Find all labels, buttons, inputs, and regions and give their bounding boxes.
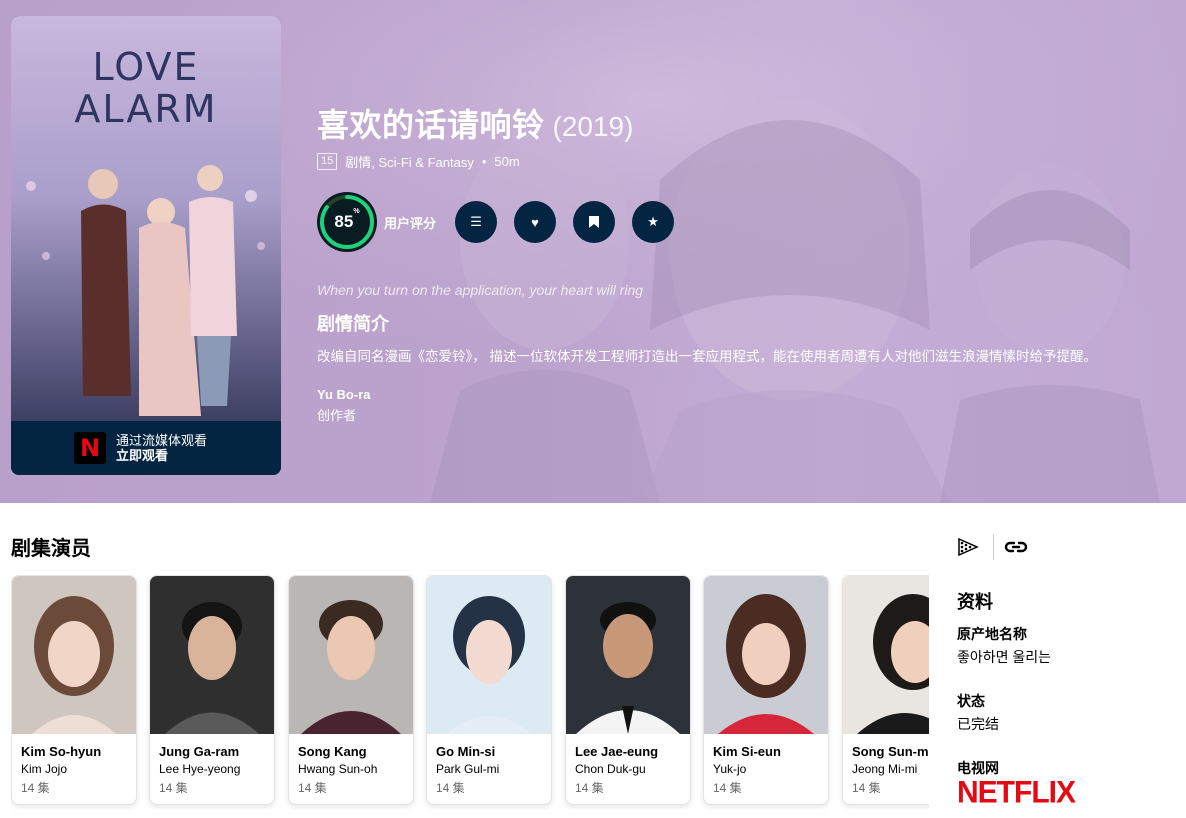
poster-image[interactable]: LOVE ALARM xyxy=(11,16,281,421)
cast-card[interactable]: Jung Ga-ram Lee Hye-yeong 14 集 xyxy=(149,575,275,805)
cast-card[interactable]: Go Min-si Park Gul-mi 14 集 xyxy=(426,575,552,805)
cast-card[interactable]: Song Sun-mi Jeong Mi-mi 14 集 xyxy=(842,575,929,805)
cast-episodes: 14 集 xyxy=(298,781,327,795)
cast-photo[interactable] xyxy=(12,576,136,734)
cast-episodes: 14 集 xyxy=(436,781,465,795)
cast-name[interactable]: Kim So-hyun xyxy=(12,734,136,759)
cast-photo[interactable] xyxy=(566,576,690,734)
divider xyxy=(993,534,994,560)
show-year: (2019) xyxy=(552,111,634,142)
cast-card[interactable]: Lee Jae-eung Chon Duk-gu 14 集 xyxy=(565,575,691,805)
cast-photo[interactable] xyxy=(843,576,929,734)
heart-icon: ♥ xyxy=(531,214,539,230)
cast-character: Chon Duk-gu xyxy=(575,762,646,776)
overview-text: 改编自同名漫画《恋爱铃》， 描述一位软体开发工程师打造出一套应用程式，能在使用者… xyxy=(317,349,1097,364)
status-label: 状态 xyxy=(957,693,985,709)
score-unit: % xyxy=(353,208,360,216)
certification-badge: 15 xyxy=(317,153,338,170)
watchlist-button[interactable] xyxy=(573,201,616,243)
cast-character: Yuk-jo xyxy=(713,762,747,776)
favorite-button[interactable]: ♥ xyxy=(514,201,557,243)
cast-name[interactable]: Song Kang xyxy=(289,734,413,759)
watch-now-banner[interactable]: N 通过流媒体观看 立即观看 xyxy=(11,421,281,475)
overview-heading: 剧情简介 xyxy=(317,314,389,334)
creator-name[interactable]: Yu Bo-ra xyxy=(317,387,1167,402)
hero-section: LOVE ALARM N 通过流媒体观看 立即观看 喜欢的话请响铃 (2019)… xyxy=(0,0,1186,503)
cast-photo[interactable] xyxy=(289,576,413,734)
user-score-chart[interactable]: 85% xyxy=(317,192,377,252)
cast-episodes: 14 集 xyxy=(713,781,742,795)
facts-heading: 资料 xyxy=(957,592,993,612)
cast-name[interactable]: Lee Jae-eung xyxy=(566,734,690,759)
rate-button[interactable]: ★ xyxy=(632,201,675,243)
original-name-label: 原产地名称 xyxy=(957,626,1027,642)
bookmark-icon xyxy=(589,216,600,228)
netflix-logo-icon: N xyxy=(74,432,106,464)
facts-sidebar: 资料 原产地名称 좋아하면 울리는 状态 已完结 电视网 NETFLIX 类型 xyxy=(957,534,1177,818)
cast-episodes: 14 集 xyxy=(575,781,604,795)
cast-character: Jeong Mi-mi xyxy=(852,762,918,776)
runtime: 50m xyxy=(494,154,520,169)
watch-now-link[interactable]: 立即观看 xyxy=(116,448,207,463)
creator-role: 创作者 xyxy=(317,408,357,423)
cast-card[interactable]: Song Kang Hwang Sun-oh 14 集 xyxy=(288,575,414,805)
justwatch-icon[interactable] xyxy=(957,537,981,557)
creator: Yu Bo-ra 创作者 xyxy=(317,387,1167,424)
cast-name[interactable]: Jung Ga-ram xyxy=(150,734,274,759)
poster-title-line1: LOVE xyxy=(92,45,199,89)
cast-episodes: 14 集 xyxy=(852,781,881,795)
cast-photo[interactable] xyxy=(150,576,274,734)
user-score-label: 用户评分 xyxy=(384,215,437,231)
cast-photo[interactable] xyxy=(704,576,828,734)
genres[interactable]: 剧情, Sci-Fi & Fantasy xyxy=(345,152,474,171)
add-to-list-button[interactable]: ☰ xyxy=(455,201,498,243)
poster-title-line2: ALARM xyxy=(74,87,217,131)
show-title[interactable]: 喜欢的话请响铃 xyxy=(317,100,545,146)
original-name-value: 좋아하면 울리는 xyxy=(957,649,1052,665)
cast-scroller[interactable]: Kim So-hyun Kim Jojo 14 集 Jung Ga-ram Le… xyxy=(11,575,929,810)
user-score-value: 85 xyxy=(334,212,354,231)
poster-card[interactable]: LOVE ALARM N 通过流媒体观看 立即观看 xyxy=(11,16,281,475)
cast-character: Hwang Sun-oh xyxy=(298,762,378,776)
cast-name[interactable]: Song Sun-mi xyxy=(843,734,929,759)
cast-heading: 剧集演员 xyxy=(11,538,91,560)
star-icon: ★ xyxy=(647,214,659,229)
cast-name[interactable]: Go Min-si xyxy=(427,734,551,759)
separator-dot: • xyxy=(481,154,487,169)
tagline: When you turn on the application, your h… xyxy=(317,282,644,298)
status-value: 已完结 xyxy=(957,716,999,732)
show-info: 喜欢的话请响铃 (2019) 15 剧情, Sci-Fi & Fantasy •… xyxy=(317,100,1167,424)
stream-line1: 通过流媒体观看 xyxy=(116,433,208,448)
link-icon[interactable] xyxy=(1004,537,1028,557)
cast-name[interactable]: Kim Si-eun xyxy=(704,734,828,759)
cast-character: Kim Jojo xyxy=(21,762,68,776)
list-icon: ☰ xyxy=(470,214,482,229)
cast-episodes: 14 集 xyxy=(159,781,188,795)
cast-card[interactable]: Kim Si-eun Yuk-jo 14 集 xyxy=(703,575,829,805)
cast-photo[interactable] xyxy=(427,576,551,734)
cast-character: Park Gul-mi xyxy=(436,762,500,776)
cast-episodes: 14 集 xyxy=(21,781,50,795)
netflix-network-logo[interactable]: NETFLIX xyxy=(957,777,1177,809)
cast-card[interactable]: Kim So-hyun Kim Jojo 14 集 xyxy=(11,575,137,805)
cast-character: Lee Hye-yeong xyxy=(159,762,241,776)
